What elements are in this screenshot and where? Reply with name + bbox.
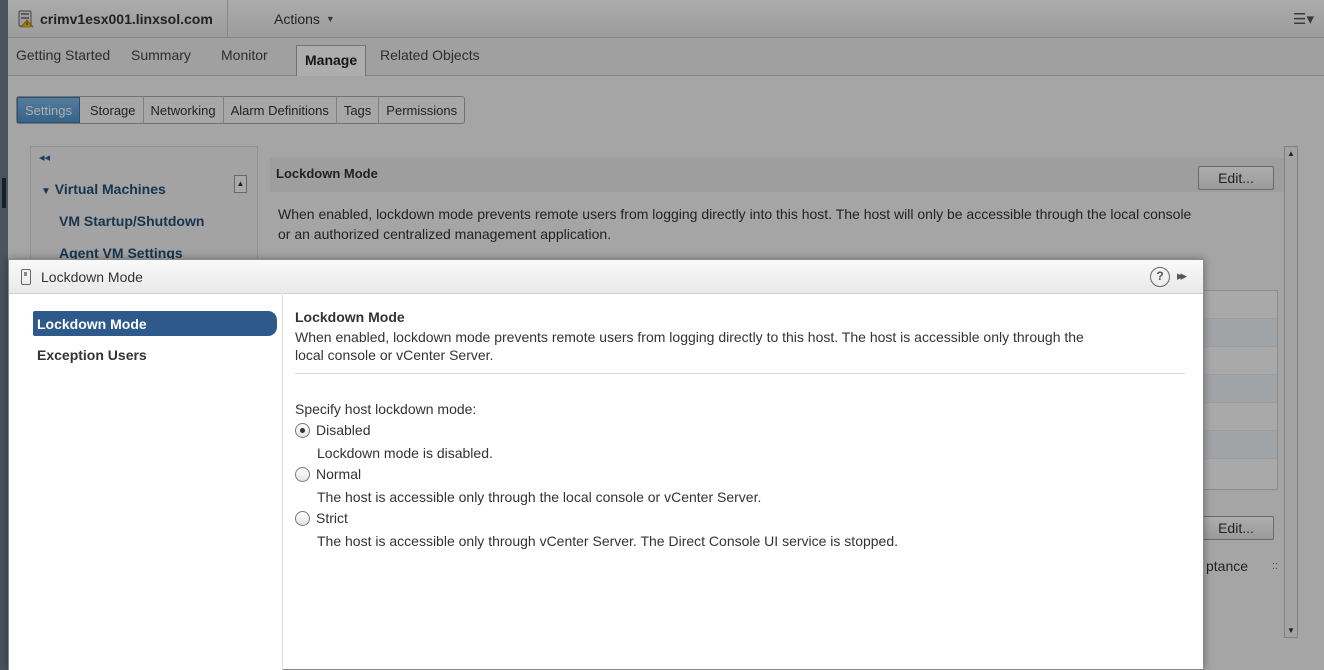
option-normal[interactable]: Normal <box>295 466 361 482</box>
expand-dialog-icon[interactable]: ▸▸ <box>1177 268 1187 284</box>
lockdown-mode-dialog: Lockdown Mode ? ▸▸ Lockdown Mode Excepti… <box>8 259 1204 670</box>
radio-normal[interactable] <box>295 466 310 482</box>
option-normal-label: Normal <box>316 466 362 482</box>
option-disabled[interactable]: Disabled <box>295 422 370 438</box>
dialog-header: Lockdown Mode ? ▸▸ <box>9 260 1203 294</box>
help-icon[interactable]: ? <box>1150 267 1170 287</box>
dialog-body: Lockdown Mode When enabled, lockdown mod… <box>295 295 1185 670</box>
dialog-title: Lockdown Mode <box>41 269 143 285</box>
lockdown-description: When enabled, lockdown mode prevents rem… <box>295 328 1185 364</box>
option-disabled-label: Disabled <box>316 422 371 438</box>
option-disabled-description: Lockdown mode is disabled. <box>317 445 493 461</box>
radio-strict[interactable] <box>295 510 310 526</box>
lockdown-desc-line2: local console or vCenter Server. <box>295 347 494 363</box>
dialog-nav-lockdown-mode[interactable]: Lockdown Mode <box>33 311 277 336</box>
option-strict-description: The host is accessible only through vCen… <box>317 533 899 549</box>
lockdown-desc-line1: When enabled, lockdown mode prevents rem… <box>295 329 1084 345</box>
radio-disabled[interactable] <box>295 422 310 438</box>
dialog-nav-exception-users[interactable]: Exception Users <box>33 342 277 367</box>
lockdown-title: Lockdown Mode <box>295 309 405 325</box>
dialog-nav: Lockdown Mode Exception Users <box>9 295 283 670</box>
host-dialog-icon <box>21 269 31 285</box>
section-divider <box>295 373 1185 374</box>
option-strict-label: Strict <box>316 510 348 526</box>
option-normal-description: The host is accessible only through the … <box>317 489 762 505</box>
lockdown-mode-prompt: Specify host lockdown mode: <box>295 401 477 417</box>
option-strict[interactable]: Strict <box>295 510 348 526</box>
